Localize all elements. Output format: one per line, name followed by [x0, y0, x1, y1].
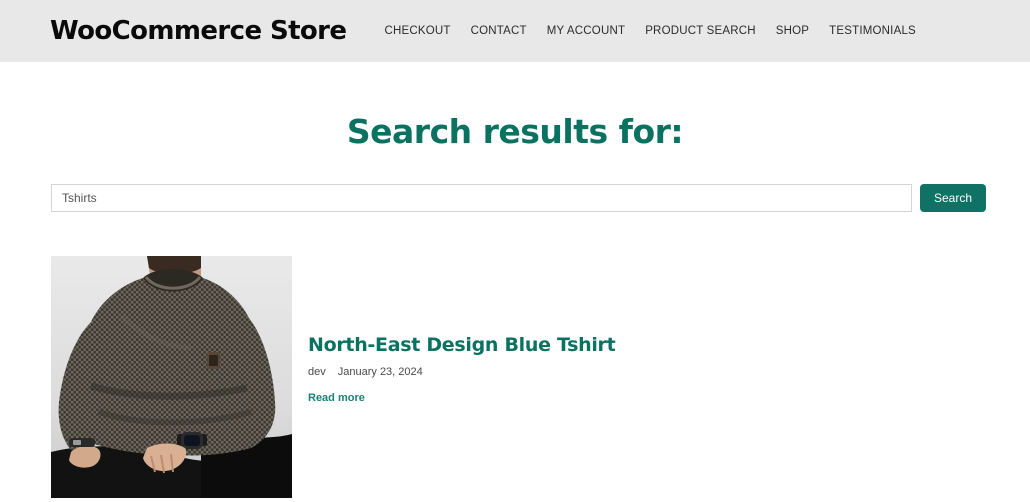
product-thumbnail[interactable]	[51, 255, 292, 498]
result-meta: dev January 23, 2024	[308, 366, 986, 378]
read-more-link[interactable]: Read more	[308, 392, 365, 404]
site-logo[interactable]: WooCommerce Store	[50, 16, 347, 46]
nav-item-my-account[interactable]: MY ACCOUNT	[537, 21, 635, 41]
nav-item-testimonials[interactable]: TESTIMONIALS	[819, 21, 926, 41]
nav-item-product-search[interactable]: PRODUCT SEARCH	[635, 21, 766, 41]
main-navigation: CHECKOUT CONTACT MY ACCOUNT PRODUCT SEAR…	[374, 21, 925, 41]
search-submit-button[interactable]: Search	[919, 183, 986, 212]
result-title-link[interactable]: North-East Design Blue Tshirt	[308, 334, 986, 358]
search-form: Search	[0, 183, 1030, 212]
result-author[interactable]: dev	[308, 366, 326, 378]
result-details: North-East Design Blue Tshirt dev Januar…	[292, 256, 986, 407]
nav-item-contact[interactable]: CONTACT	[461, 21, 537, 41]
search-results-list: North-East Design Blue Tshirt dev Januar…	[0, 255, 1030, 498]
search-input[interactable]	[51, 183, 912, 212]
search-result-item: North-East Design Blue Tshirt dev Januar…	[51, 255, 986, 498]
site-header: WooCommerce Store CHECKOUT CONTACT MY AC…	[0, 0, 1030, 62]
nav-item-shop[interactable]: SHOP	[766, 21, 819, 41]
page-title: Search results for:	[346, 112, 684, 151]
result-date: January 23, 2024	[337, 366, 423, 379]
nav-item-checkout[interactable]: CHECKOUT	[374, 21, 460, 41]
main-content: Search results for: Search	[0, 62, 1030, 498]
